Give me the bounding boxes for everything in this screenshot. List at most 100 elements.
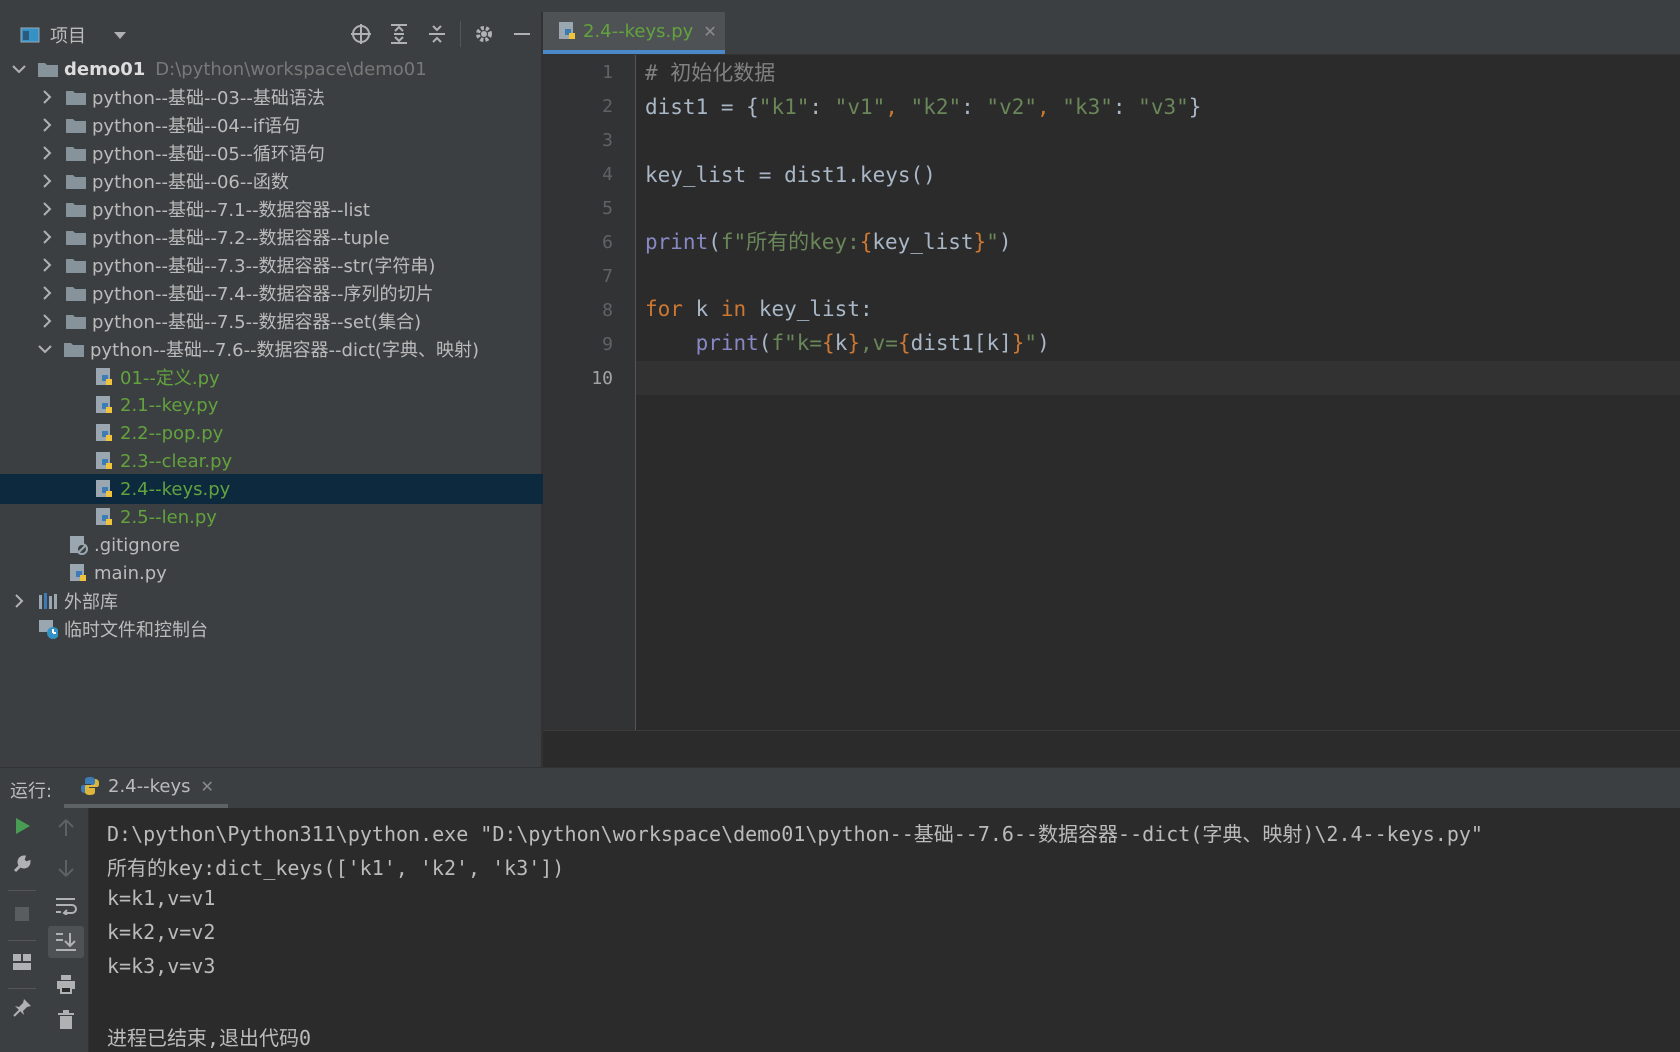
console-line: 所有的key:dict_keys(['k1', 'k2', 'k3']) (107, 856, 565, 880)
close-icon[interactable]: ✕ (703, 22, 716, 41)
tree-scratches[interactable]: 临时文件和控制台 (0, 614, 579, 644)
tree-folder[interactable]: python--基础--06--函数 (0, 166, 581, 196)
run-tab[interactable]: 2.4--keys ✕ (64, 768, 228, 808)
folder-icon (66, 199, 86, 219)
folder-label: python--基础--04--if语句 (92, 116, 301, 137)
folder-icon (66, 171, 86, 191)
gear-icon[interactable] (465, 20, 503, 48)
layout-icon[interactable] (0, 946, 44, 978)
tree-file[interactable]: 2.3--clear.py (0, 446, 635, 476)
folder-icon (66, 283, 86, 303)
tree-file[interactable]: main.py (0, 558, 609, 588)
line-number: 8 (602, 300, 613, 321)
chevron-right-icon[interactable] (40, 118, 54, 132)
tree-folder-expanded[interactable]: python--基础--7.6--数据容器--dict(字典、映射) (0, 334, 579, 364)
file-label: .gitignore (94, 534, 181, 556)
code-token: } (1188, 95, 1202, 119)
tree-external-libraries[interactable]: 外部库 (0, 586, 553, 616)
tree-file-selected[interactable]: 2.4--keys.py (0, 474, 635, 504)
close-icon[interactable]: ✕ (201, 777, 214, 796)
chevron-right-icon[interactable] (40, 286, 54, 300)
tree-folder[interactable]: python--基础--7.4--数据容器--序列的切片 (0, 278, 581, 308)
tree-root-demo01[interactable]: demo01 D:\python\workspace\demo01 (0, 54, 553, 84)
folder-label: python--基础--7.4--数据容器--序列的切片 (92, 284, 434, 305)
tree-file[interactable]: 01--定义.py (0, 362, 635, 392)
chevron-right-icon[interactable] (40, 146, 54, 160)
line-number: 3 (602, 130, 613, 151)
tree-file[interactable]: 2.5--len.py (0, 502, 635, 532)
expand-all-icon[interactable] (380, 20, 418, 48)
editor-breadcrumb-bar (543, 730, 1680, 768)
tree-folder[interactable]: python--基础--03--基础语法 (0, 82, 581, 112)
code-line-9: print(f"k={k},v={dist1[k]}") (645, 325, 1050, 361)
run-panel-header: 运行: 2.4--keys ✕ (0, 767, 1680, 809)
dropdown-icon[interactable] (110, 25, 130, 45)
run-toolbar-secondary (44, 808, 89, 1052)
code-brace: { (897, 331, 911, 355)
tree-file[interactable]: 2.1--key.py (0, 390, 635, 420)
editor-tab-active[interactable]: 2.4--keys.py ✕ (543, 12, 725, 54)
minimize-icon[interactable] (503, 20, 541, 48)
toolbar-separator (460, 21, 461, 47)
run-tab-label: 2.4--keys (108, 775, 191, 797)
tree-folder[interactable]: python--基础--7.1--数据容器--list (0, 194, 581, 224)
chevron-right-icon[interactable] (40, 202, 54, 216)
chevron-right-icon[interactable] (40, 174, 54, 188)
scratch-icon (38, 619, 58, 639)
tree-file[interactable]: .gitignore (0, 530, 609, 560)
code-string: f"k= (771, 331, 823, 355)
collapse-all-icon[interactable] (418, 20, 456, 48)
project-view-selector[interactable]: 项目 (20, 22, 130, 48)
code-builtin: print (645, 230, 709, 254)
code-keyword: in (720, 297, 747, 321)
line-number: 4 (602, 164, 613, 185)
folder-label: python--基础--7.3--数据容器--str(字符串) (92, 256, 436, 277)
python-file-icon (94, 479, 114, 499)
project-toolbar (342, 20, 541, 48)
console-output[interactable]: D:\python\Python311\python.exe "D:\pytho… (89, 808, 1680, 1052)
locate-icon[interactable] (342, 20, 380, 48)
current-line-highlight (636, 361, 1680, 395)
chevron-right-icon[interactable] (40, 90, 54, 104)
code-token: k (834, 331, 848, 355)
chevron-right-icon[interactable] (40, 314, 54, 328)
code-keyword: for (645, 297, 683, 321)
code-token: k (682, 297, 721, 321)
tree-folder[interactable]: python--基础--04--if语句 (0, 110, 581, 140)
tree-folder[interactable]: python--基础--05--循环语句 (0, 138, 581, 168)
chevron-down-icon[interactable] (12, 62, 26, 76)
toolbar-separator (8, 890, 36, 891)
down-arrow-icon[interactable] (44, 852, 88, 884)
code-line-8: for k in key_list: (645, 291, 873, 327)
wrench-icon[interactable] (0, 848, 44, 880)
folder-icon (38, 59, 58, 79)
line-number: 2 (602, 96, 613, 117)
up-arrow-icon[interactable] (44, 812, 88, 844)
console-line: D:\python\Python311\python.exe "D:\pytho… (107, 822, 1483, 846)
tree-folder[interactable]: python--基础--7.5--数据容器--set(集合) (0, 306, 581, 336)
code-token: dist1[k] (910, 331, 1012, 355)
code-string: " (986, 230, 999, 254)
chevron-right-icon[interactable] (40, 258, 54, 272)
file-label: 2.3--clear.py (120, 450, 233, 472)
pin-icon[interactable] (0, 992, 44, 1024)
tree-root-label: demo01 (64, 58, 146, 80)
folder-icon (66, 227, 86, 247)
run-icon[interactable] (0, 810, 44, 842)
tree-file[interactable]: 2.2--pop.py (0, 418, 635, 448)
chevron-right-icon[interactable] (40, 230, 54, 244)
print-icon[interactable] (44, 968, 88, 1000)
code-token: , (1037, 95, 1063, 119)
soft-wrap-icon[interactable] (44, 890, 88, 922)
scroll-end-icon[interactable] (48, 926, 84, 958)
file-label: 2.2--pop.py (120, 422, 224, 444)
stop-icon[interactable] (0, 898, 44, 930)
code-editor[interactable]: 1 2 3 4 5 6 7 8 9 10 # 初始化数据 dist1 = {"k… (543, 55, 1680, 730)
tree-folder[interactable]: python--基础--7.2--数据容器--tuple (0, 222, 581, 252)
code-string: " (1024, 331, 1038, 355)
tree-folder[interactable]: python--基础--7.3--数据容器--str(字符串) (0, 250, 581, 280)
chevron-down-icon[interactable] (38, 342, 52, 356)
folder-icon (66, 255, 86, 275)
chevron-right-icon[interactable] (12, 594, 26, 608)
trash-icon[interactable] (44, 1004, 88, 1036)
